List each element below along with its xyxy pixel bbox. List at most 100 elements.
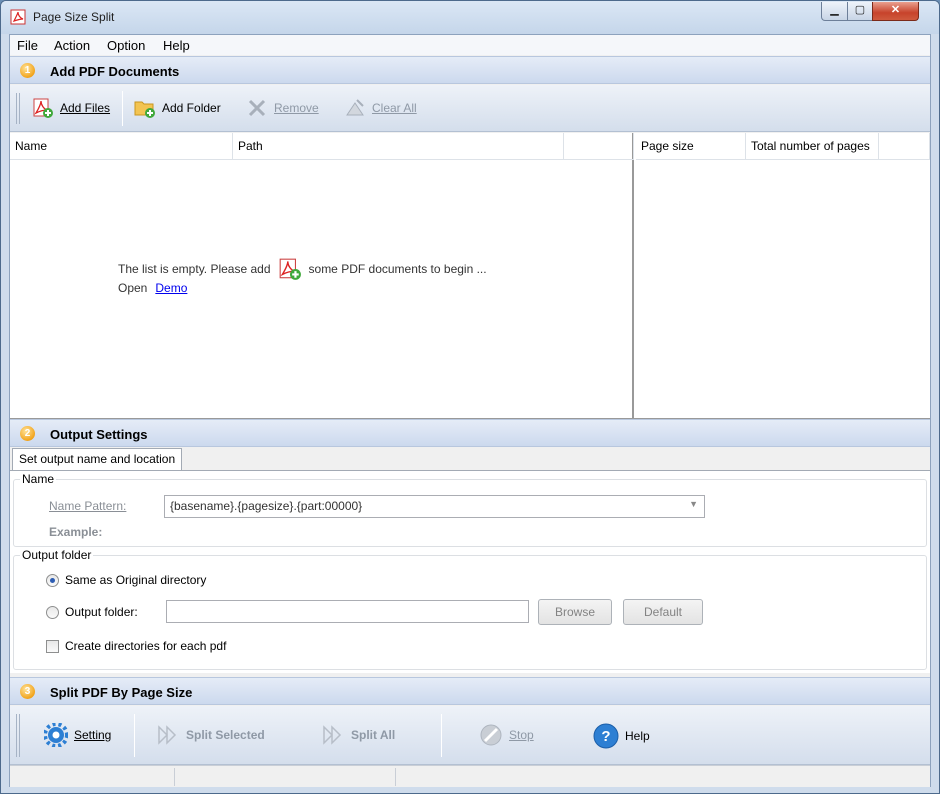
same-as-original-radio[interactable]: Same as Original directory	[46, 573, 206, 587]
column-header-page-size[interactable]: Page size	[636, 133, 746, 160]
menu-help[interactable]: Help	[163, 38, 190, 53]
client-area: File Action Option Help 1 Add PDF Docume…	[9, 34, 931, 787]
stop-button[interactable]: Stop	[479, 723, 534, 747]
section-output-title: Output Settings	[50, 427, 148, 442]
section-add-pdf-header: 1 Add PDF Documents	[10, 56, 930, 84]
toolbar-separator	[134, 714, 135, 757]
column-header-extra[interactable]	[879, 133, 930, 160]
empty-list-suffix: some PDF documents to begin ...	[308, 262, 487, 276]
remove-label: Remove	[274, 101, 319, 115]
file-list-main: Name Path The list is empty. Please add …	[10, 133, 634, 419]
setting-label: Setting	[74, 728, 112, 742]
step-1-badge: 1	[20, 63, 35, 78]
output-folder-label: Output folder:	[65, 605, 138, 619]
clear-all-button[interactable]: Clear All	[344, 97, 417, 119]
create-dirs-label: Create directories for each pdf	[65, 639, 227, 653]
column-header-name[interactable]: Name	[10, 133, 233, 160]
output-folder-input[interactable]	[166, 600, 529, 623]
split-all-button[interactable]: Split All	[321, 723, 395, 747]
add-pdf-icon	[33, 98, 53, 118]
stop-label: Stop	[509, 728, 534, 742]
remove-icon	[248, 99, 266, 117]
clear-all-label: Clear All	[372, 101, 417, 115]
output-settings-panel: Name Name Pattern: {basename}.{pagesize}…	[10, 470, 930, 673]
app-window: Page Size Split ▁ ▢ ✕ File Action Option…	[0, 0, 940, 794]
create-dirs-checkbox[interactable]: Create directories for each pdf	[46, 639, 226, 653]
step-3-badge: 3	[20, 684, 35, 699]
menu-file[interactable]: File	[17, 38, 38, 53]
help-label: Help	[625, 729, 650, 743]
name-pattern-value: {basename}.{pagesize}.{part:00000}	[170, 499, 363, 513]
help-icon: ?	[593, 723, 619, 749]
setting-button[interactable]: Setting	[44, 723, 111, 747]
column-header-blank[interactable]	[564, 133, 634, 160]
window-title: Page Size Split	[33, 10, 115, 24]
stop-icon	[480, 724, 502, 746]
default-button[interactable]: Default	[623, 599, 703, 625]
status-cell-2	[175, 768, 396, 786]
name-pattern-combo[interactable]: {basename}.{pagesize}.{part:00000} ▼	[164, 495, 705, 518]
browse-button[interactable]: Browse	[538, 599, 612, 625]
toolbar-grip	[16, 93, 20, 124]
add-files-label: Add Files	[60, 101, 111, 115]
output-folder-radio[interactable]: Output folder:	[46, 605, 138, 619]
step-2-badge: 2	[20, 426, 35, 441]
output-folder-group: Output folder Same as Original directory…	[13, 548, 927, 670]
split-all-label: Split All	[351, 728, 396, 742]
radio-selected-icon	[46, 573, 59, 587]
minimize-button[interactable]: ▁	[821, 2, 848, 21]
toolbar-grip	[16, 714, 20, 757]
help-button[interactable]: ? Help	[593, 723, 650, 749]
radio-unselected-icon	[46, 605, 59, 619]
name-group: Name Name Pattern: {basename}.{pagesize}…	[13, 472, 927, 547]
maximize-button[interactable]: ▢	[847, 2, 873, 21]
clear-all-icon	[346, 99, 364, 116]
same-as-original-label: Same as Original directory	[65, 573, 207, 587]
output-folder-group-title: Output folder	[20, 548, 94, 562]
toolbar-separator	[441, 714, 442, 757]
add-folder-button[interactable]: Add Folder	[134, 97, 221, 119]
action-toolbar: Setting Split Selected Split All Stop ? …	[10, 706, 930, 765]
menu-bar: File Action Option Help	[10, 35, 930, 55]
gear-icon	[44, 723, 68, 747]
section-add-pdf-title: Add PDF Documents	[50, 64, 180, 79]
checkbox-icon	[46, 639, 59, 653]
status-bar	[10, 765, 930, 787]
status-cell-1	[10, 768, 175, 786]
split-arrow-icon	[323, 725, 342, 745]
split-arrow-icon	[158, 725, 177, 745]
add-folder-label: Add Folder	[162, 101, 221, 115]
page-info-list: Page size Total number of pages	[636, 133, 930, 419]
title-bar[interactable]: Page Size Split ▁ ▢ ✕	[1, 1, 939, 34]
status-cell-3	[396, 768, 930, 786]
section-split-header: 3 Split PDF By Page Size	[10, 677, 930, 705]
menu-option[interactable]: Option	[107, 38, 145, 53]
file-list[interactable]: Name Path The list is empty. Please add …	[10, 133, 930, 419]
open-demo-line: Open Demo	[118, 281, 187, 295]
split-selected-label: Split Selected	[186, 728, 265, 742]
example-label: Example:	[49, 525, 103, 539]
split-selected-button[interactable]: Split Selected	[156, 723, 265, 747]
add-pdf-inline-icon[interactable]	[278, 257, 302, 281]
empty-list-prefix: The list is empty. Please add	[118, 262, 271, 276]
pdf-app-icon	[10, 9, 26, 25]
name-group-title: Name	[20, 472, 57, 486]
menu-action[interactable]: Action	[54, 38, 90, 53]
file-toolbar: Add Files Add Folder Remove Clear All	[10, 85, 930, 132]
svg-text:?: ?	[601, 728, 610, 745]
remove-button[interactable]: Remove	[246, 97, 319, 119]
open-label: Open	[118, 281, 148, 295]
chevron-down-icon[interactable]: ▼	[689, 499, 698, 509]
section-output-header: 2 Output Settings	[10, 419, 930, 447]
column-header-path[interactable]: Path	[233, 133, 564, 160]
section-split-title: Split PDF By Page Size	[50, 685, 193, 700]
add-files-button[interactable]: Add Files	[32, 97, 110, 119]
tab-output-name-location[interactable]: Set output name and location	[12, 448, 183, 471]
name-pattern-label: Name Pattern:	[49, 499, 127, 513]
demo-link[interactable]: Demo	[155, 281, 187, 295]
add-folder-icon	[134, 101, 155, 118]
toolbar-separator	[122, 91, 123, 126]
empty-list-message: The list is empty. Please add some PDF d…	[118, 257, 487, 281]
close-button[interactable]: ✕	[872, 2, 919, 21]
column-header-total-pages[interactable]: Total number of pages	[746, 133, 879, 160]
